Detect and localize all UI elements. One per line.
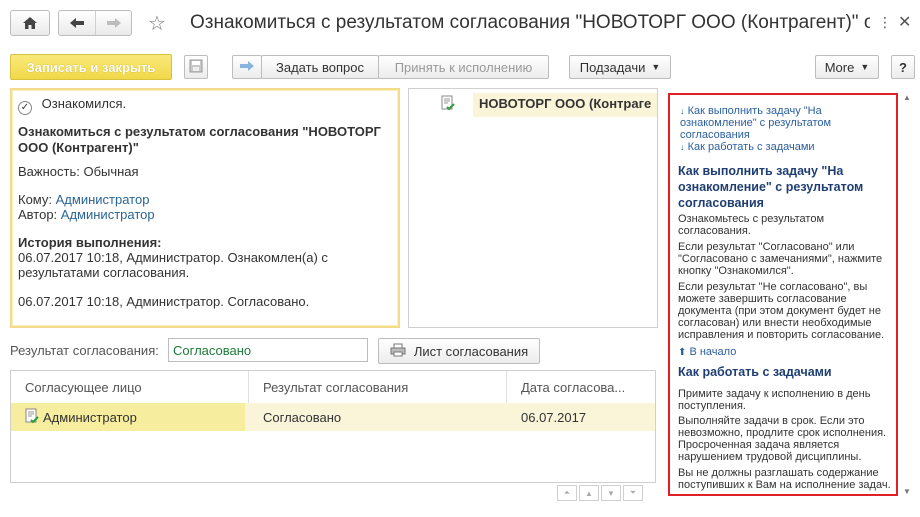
document-check-icon xyxy=(441,95,455,114)
right-arrow-icon xyxy=(239,60,255,75)
menu-dots-icon[interactable]: ⋮ xyxy=(878,14,892,31)
accept-for-execution-button[interactable]: Принять к исполнению xyxy=(378,55,549,79)
author-user-link[interactable]: Администратор xyxy=(61,207,155,222)
scroll-first-icon[interactable]: ⏶ xyxy=(557,485,577,501)
author-line: Автор: Администратор xyxy=(18,207,155,222)
subtasks-dropdown[interactable]: Подзадачи ▼ xyxy=(569,55,671,79)
result-cell: Согласовано xyxy=(263,409,342,425)
scroll-up-icon[interactable]: ▲ xyxy=(579,485,599,501)
result-field[interactable]: Согласовано xyxy=(168,338,368,362)
importance-text: Важность: Обычная xyxy=(18,164,139,179)
save-and-close-button[interactable]: Записать и закрыть xyxy=(10,54,172,80)
task-heading: Ознакомиться с результатом согласования … xyxy=(18,124,381,155)
to-top-link[interactable]: В начало xyxy=(689,346,736,358)
help-link-2-row: ↓ Как работать с задачами xyxy=(680,141,880,153)
person-name: Администратор xyxy=(43,409,137,425)
back-arrow-icon[interactable] xyxy=(59,11,95,35)
help-panel: ↓ Как выполнить задачу "На ознакомление"… xyxy=(668,93,898,496)
subjects-panel: НОВОТОРГ ООО (Контраге xyxy=(408,88,658,328)
help-heading-1: Как выполнить задачу "На ознакомление" с… xyxy=(678,164,864,210)
history-entry-1b: результатами согласования. xyxy=(18,265,190,280)
table-scroll-controls: ⏶ ▲ ▼ ⏷ xyxy=(557,485,643,501)
scroll-up-icon[interactable]: ▲ xyxy=(900,93,914,102)
to-user-link[interactable]: Администратор xyxy=(56,192,150,207)
column-header-date[interactable]: Дата согласова... xyxy=(507,371,655,403)
status-line: ✓ Ознакомился. xyxy=(18,96,126,115)
result-label: Результат согласования: xyxy=(10,343,159,358)
to-line: Кому: Администратор xyxy=(18,192,149,207)
approval-sheet-button[interactable]: Лист согласования xyxy=(378,338,540,364)
column-header-person[interactable]: Согласующее лицо xyxy=(11,371,249,403)
history-heading: История выполнения: xyxy=(18,235,162,250)
help-link-1-row: ↓ Как выполнить задачу "На ознакомление"… xyxy=(680,105,880,141)
up-arrow-icon: ⬆ xyxy=(678,347,687,358)
to-top-row: ⬆ В начало xyxy=(678,346,736,358)
task-description-panel: ✓ Ознакомился. Ознакомиться с результато… xyxy=(10,88,400,328)
person-cell: Администратор xyxy=(25,403,137,431)
page-title: Ознакомиться с результатом согласования … xyxy=(190,12,870,33)
forward-arrow-icon[interactable] xyxy=(95,11,131,35)
question-mark-icon: ? xyxy=(899,59,907,75)
more-label: More xyxy=(824,59,855,75)
help-paragraph-6: Вы не должны разглашать содержание посту… xyxy=(678,467,891,491)
favorite-star-icon[interactable]: ☆ xyxy=(148,11,166,36)
history-entry-2: 06.07.2017 10:18, Администратор. Согласо… xyxy=(18,294,310,309)
to-label: Кому: xyxy=(18,192,52,207)
home-button[interactable] xyxy=(10,10,50,36)
close-icon[interactable]: ✕ xyxy=(898,12,911,32)
approval-sheet-label: Лист согласования xyxy=(413,343,529,359)
down-arrow-icon: ↓ xyxy=(680,106,685,116)
subtasks-label: Подзадачи xyxy=(579,59,646,75)
table-row[interactable]: Администратор Согласовано 06.07.2017 xyxy=(11,403,655,431)
scroll-down-icon[interactable]: ▼ xyxy=(900,487,914,496)
scroll-last-icon[interactable]: ⏷ xyxy=(623,485,643,501)
subject-document-link[interactable]: НОВОТОРГ ООО (Контраге xyxy=(473,93,657,117)
scroll-down-icon[interactable]: ▼ xyxy=(601,485,621,501)
chevron-down-icon: ▼ xyxy=(860,62,870,72)
help-link-1[interactable]: Как выполнить задачу "На ознакомление" с… xyxy=(680,105,831,141)
floppy-disk-icon xyxy=(189,59,203,76)
help-paragraph-3: Если результат "Не согласовано", вы може… xyxy=(678,281,885,341)
chevron-down-icon: ▼ xyxy=(651,62,661,72)
down-arrow-icon: ↓ xyxy=(680,142,685,152)
help-paragraph-2: Если результат "Согласовано" или "Соглас… xyxy=(678,241,883,277)
save-button[interactable] xyxy=(184,55,208,79)
document-check-icon xyxy=(25,408,39,427)
author-label: Автор: xyxy=(18,207,58,222)
help-link-2[interactable]: Как работать с задачами xyxy=(688,141,815,153)
home-icon xyxy=(11,11,49,35)
history-nav xyxy=(58,10,132,36)
history-entry-1a: 06.07.2017 10:18, Администратор. Ознаком… xyxy=(18,250,328,265)
help-button[interactable]: ? xyxy=(891,55,915,79)
help-paragraph-4: Примите задачу к исполнению в день посту… xyxy=(678,388,871,412)
complete-arrow-button[interactable] xyxy=(232,55,262,79)
help-paragraph-1: Ознакомьтесь с результатом согласования. xyxy=(678,213,825,237)
printer-icon xyxy=(390,343,406,360)
date-cell: 06.07.2017 xyxy=(521,409,587,425)
ask-question-button[interactable]: Задать вопрос xyxy=(261,55,379,79)
checkmark-icon: ✓ xyxy=(18,101,32,115)
help-heading-2: Как работать с задачами xyxy=(678,365,832,379)
help-scrollbar[interactable]: ▲ ▼ xyxy=(900,93,914,496)
status-text: Ознакомился. xyxy=(41,96,127,111)
approvers-table: Согласующее лицо Результат согласования … xyxy=(10,370,656,483)
more-dropdown[interactable]: More ▼ xyxy=(815,55,879,79)
help-paragraph-5: Выполняйте задачи в срок. Если это невоз… xyxy=(678,415,887,463)
column-header-result[interactable]: Результат согласования xyxy=(249,371,507,403)
